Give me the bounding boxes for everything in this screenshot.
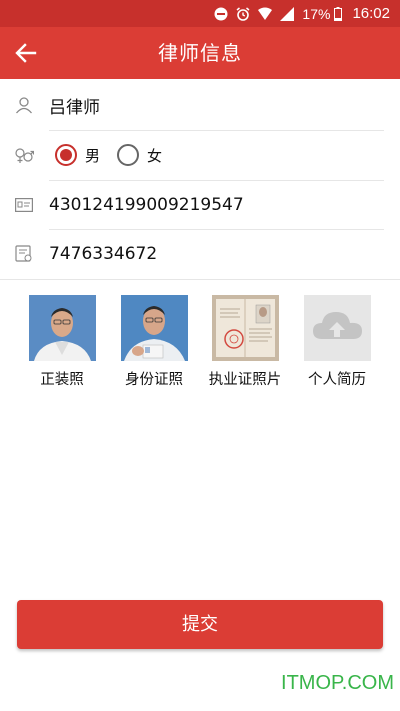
- cloud-upload-icon: [312, 312, 362, 339]
- resume-upload-tile[interactable]: 个人简历: [292, 295, 382, 389]
- gender-female-label: 女: [147, 146, 163, 165]
- id-photo-tile[interactable]: 身份证照: [109, 295, 199, 389]
- radio-checked-icon: [55, 144, 77, 166]
- do-not-disturb-icon: [214, 7, 228, 21]
- watermark: ITMOP.COM: [281, 672, 394, 694]
- battery-icon: [334, 6, 343, 21]
- app-bar: 律师信息: [0, 27, 400, 79]
- radio-unchecked-icon: [117, 144, 139, 166]
- license-number-value: 7476334672: [49, 244, 158, 264]
- id-photo-label: 身份证照: [125, 372, 183, 388]
- id-number-value: 430124199009219547: [49, 195, 244, 215]
- license-photo-label: 执业证照片: [208, 372, 282, 388]
- status-bar: 17% 16:02: [0, 0, 400, 27]
- formal-photo-label: 正装照: [40, 372, 84, 388]
- id-number-field[interactable]: 430124199009219547: [0, 180, 400, 230]
- gender-icon: [14, 145, 34, 165]
- clock: 16:02: [352, 5, 390, 22]
- alarm-icon: [236, 6, 250, 21]
- resume-label: 个人简历: [308, 372, 366, 388]
- photo-upload-section: 正装照 身份证照 执业证照片 个人简历: [0, 295, 400, 395]
- formal-photo-tile[interactable]: 正装照: [17, 295, 107, 389]
- gender-male-radio[interactable]: 男: [55, 144, 100, 166]
- license-number-field[interactable]: 7476334672: [0, 229, 400, 279]
- gender-female-radio[interactable]: 女: [117, 144, 162, 166]
- license-icon: [14, 244, 34, 264]
- resume-upload-placeholder: [303, 295, 371, 361]
- person-icon: [14, 95, 34, 115]
- formal-photo-image: [28, 295, 96, 361]
- id-card-icon: [14, 195, 34, 215]
- wifi-icon: [258, 7, 273, 21]
- submit-button[interactable]: 提交: [17, 600, 383, 649]
- battery-percent: 17%: [302, 5, 331, 22]
- id-photo-image: [120, 295, 188, 361]
- signal-icon: [280, 6, 295, 21]
- license-photo-image: [211, 295, 279, 361]
- license-photo-tile[interactable]: 执业证照片: [200, 295, 290, 389]
- divider: [0, 279, 400, 280]
- name-value: 吕律师: [49, 97, 100, 118]
- name-field[interactable]: 吕律师: [0, 80, 400, 130]
- gender-male-label: 男: [85, 146, 101, 165]
- page-title: 律师信息: [158, 41, 242, 65]
- gender-field: 男 女: [0, 130, 400, 180]
